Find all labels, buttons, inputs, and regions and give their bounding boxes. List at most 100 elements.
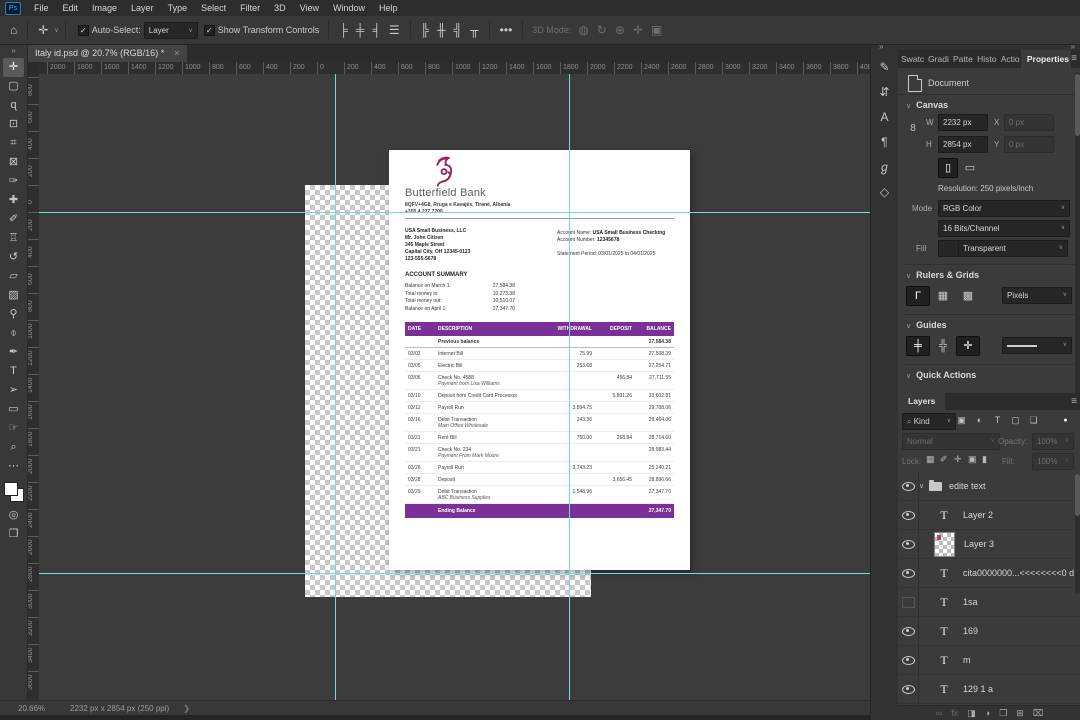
quick-mask-button[interactable]: ◎ (3, 506, 24, 525)
visibility-cell[interactable] (898, 501, 919, 529)
table-row[interactable]: 03/02 Internet Bill 75.99 27,508.39 (405, 347, 674, 360)
table-row[interactable]: 03/29 Debit Transaction ABC Business Suppl… (405, 485, 674, 504)
home-icon[interactable]: ⌂ (6, 23, 21, 37)
table-row[interactable]: 03/28 Deposit 3,656.45 28,896.66 (405, 473, 674, 486)
foreground-background-swatches[interactable] (3, 482, 24, 502)
3d-mode-icon-4[interactable]: ▣ (647, 23, 666, 37)
distribute-icon-2[interactable]: ╣ (450, 23, 467, 37)
layer-row[interactable]: T 1sa (898, 588, 1080, 617)
spot-healing-tool[interactable]: ✚ (3, 191, 24, 210)
rectangle-tool[interactable]: ▭ (3, 400, 24, 419)
canvas-section-header[interactable]: ∨ Canvas (906, 100, 948, 110)
layer-name[interactable]: 1sa (963, 597, 978, 607)
layers-scrollbar[interactable] (1075, 474, 1080, 594)
eye-icon[interactable] (901, 510, 915, 520)
layer-filter-kind-dropdown[interactable]: ⌕ Kind ∨ (902, 413, 956, 430)
align-icon-1[interactable]: ╪ (352, 23, 369, 37)
table-row[interactable]: 03/26 Payroll Run 3,743.23 25,240.21 (405, 461, 674, 474)
menu-help[interactable]: Help (372, 0, 405, 16)
history-brush-tool[interactable]: ↺ (3, 248, 24, 267)
mode-dropdown[interactable]: RGB Color ∨ (938, 200, 1070, 217)
landscape-orientation-button[interactable]: ▭ (960, 158, 980, 178)
layer-filter-icon-0[interactable]: ▣ (954, 413, 969, 428)
menu-layer[interactable]: Layer (124, 0, 161, 16)
link-layers-icon[interactable]: ∞ (936, 706, 942, 720)
width-input[interactable]: 2232 px (938, 114, 988, 131)
document-tab[interactable]: Italy id.psd @ 20.7% (RGB/16) * × (27, 44, 188, 62)
hand-tool[interactable]: ☞ (3, 419, 24, 438)
edit-toolbar[interactable]: ⋯ (3, 457, 24, 476)
visibility-cell[interactable] (898, 617, 919, 645)
eye-icon[interactable] (901, 568, 915, 578)
table-row[interactable]: 03/06 Check No. 4588 Payment from Lisa Wil… (405, 371, 674, 390)
table-row[interactable]: 03/05 Electric Bill 253.68 27,254.71 (405, 359, 674, 372)
adjustment-layer-icon[interactable]: ◑ (985, 706, 990, 720)
3d-mode-icon-2[interactable]: ⊕ (611, 23, 629, 37)
screen-mode-button[interactable]: ❐ (3, 525, 24, 544)
units-dropdown[interactable]: Pixels ∨ (1002, 287, 1072, 304)
tab-gradi[interactable]: Gradi (925, 50, 950, 68)
tab-histo[interactable]: Histo (974, 50, 998, 68)
layer-mask-icon[interactable]: ◨ (967, 706, 976, 720)
layer-filter-icon-1[interactable]: ◐ (972, 413, 987, 428)
fill-dropdown[interactable]: Transparent ∨ (958, 240, 1068, 257)
menu-select[interactable]: Select (194, 0, 233, 16)
text-layer-thumbnail[interactable]: T (933, 624, 955, 639)
table-row[interactable]: 03/16 Debit Transaction Main Office Wholes… (405, 413, 674, 432)
align-icon-3[interactable]: ☰ (385, 23, 404, 37)
menu-type[interactable]: Type (161, 0, 195, 16)
menu-file[interactable]: File (27, 0, 56, 16)
delete-layer-icon[interactable]: ⌧ (1033, 706, 1043, 720)
eye-icon[interactable] (901, 626, 915, 636)
layer-row[interactable]: ∨ edite text (898, 472, 1080, 501)
text-layer-thumbnail[interactable]: T (933, 566, 955, 581)
grid-toggle-button[interactable]: ▦ (931, 286, 955, 306)
clone-stamp-tool[interactable]: ♖ (3, 229, 24, 248)
menu-window[interactable]: Window (326, 0, 372, 16)
distribute-icon-0[interactable]: ╠ (417, 23, 434, 37)
panel-menu-icon[interactable]: ≡ (1071, 393, 1080, 410)
auto-select-checkbox[interactable]: ✓ (77, 24, 89, 36)
menu-filter[interactable]: Filter (233, 0, 267, 16)
layer-name[interactable]: 129 1 a (963, 684, 993, 694)
scrollbar-thumb[interactable] (1075, 474, 1080, 516)
layer-row[interactable]: T 129 1 a (898, 675, 1080, 704)
text-layer-thumbnail[interactable]: T (933, 682, 955, 697)
eraser-tool[interactable]: ▱ (3, 267, 24, 286)
distribute-icon-3[interactable]: ╥ (466, 23, 483, 37)
scrollbar-thumb[interactable] (1075, 74, 1080, 136)
layer-filter-icon-2[interactable]: T (990, 413, 1005, 428)
ruler-toggle-button[interactable]: Γ (906, 286, 930, 306)
fill-color-checkbox[interactable] (938, 240, 959, 257)
zoom-level[interactable]: 20.66% (18, 704, 56, 713)
frame-tool[interactable]: ⊠ (3, 153, 24, 172)
layer-name[interactable]: m (963, 655, 971, 665)
lasso-tool[interactable]: ɋ (3, 96, 24, 115)
lock-icon-1[interactable]: ✐ (940, 454, 948, 465)
layer-filter-icon-4[interactable]: ❏ (1026, 413, 1041, 428)
menu-image[interactable]: Image (85, 0, 124, 16)
text-layer-thumbnail[interactable]: T (933, 508, 955, 523)
new-group-icon[interactable]: ❒ (999, 706, 1007, 720)
paragraph-panel-icon[interactable]: ¶ (875, 132, 895, 152)
layer-name[interactable]: cita0000000...<<<<<<<<0 d (963, 568, 1074, 578)
layer-name[interactable]: Layer 3 (964, 539, 994, 549)
portrait-orientation-button[interactable]: ▯ (938, 158, 958, 178)
visibility-cell[interactable] (898, 646, 919, 674)
menu-edit[interactable]: Edit (56, 0, 86, 16)
dodge-tool[interactable]: ⌽ (3, 324, 24, 343)
align-icon-2[interactable]: ╡ (368, 23, 385, 37)
tab-patte[interactable]: Patte (950, 50, 974, 68)
layer-effects-icon[interactable]: fx (951, 706, 958, 720)
guides-toggle-button[interactable]: ╪ (906, 336, 930, 356)
guide-vertical[interactable] (335, 74, 336, 700)
clear-guides-button[interactable]: ✛ (956, 336, 980, 356)
table-row[interactable]: 03/10 Deposit from Credit Card Processor 5… (405, 389, 674, 402)
visibility-cell[interactable] (898, 559, 919, 587)
chevron-down-icon[interactable]: ∨ (54, 27, 58, 34)
lock-icon-3[interactable]: ▣ (968, 454, 977, 465)
eye-icon[interactable] (901, 481, 915, 491)
layer-name[interactable]: Layer 2 (963, 510, 993, 520)
show-transform-checkbox[interactable]: ✓ (203, 24, 215, 36)
guide-horizontal[interactable] (39, 573, 870, 574)
